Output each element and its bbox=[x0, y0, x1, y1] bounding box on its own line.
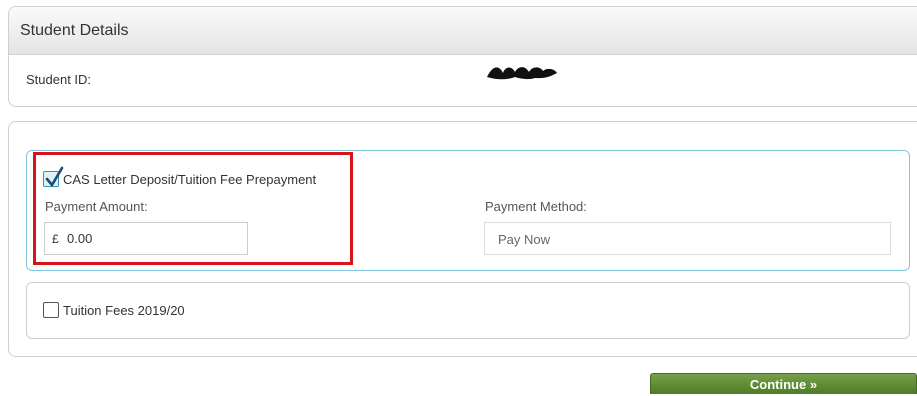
tuition-fees-label[interactable]: Tuition Fees 2019/20 bbox=[63, 303, 185, 318]
payment-method-label: Payment Method: bbox=[485, 199, 587, 214]
redacted-student-id bbox=[487, 67, 557, 80]
continue-button[interactable]: Continue » bbox=[650, 373, 917, 394]
student-id-label: Student ID: bbox=[26, 72, 92, 87]
highlight-annotation bbox=[33, 152, 353, 265]
tuition-fees-checkbox[interactable] bbox=[43, 302, 59, 318]
payment-method-field: Pay Now bbox=[484, 222, 891, 255]
payment-method-value: Pay Now bbox=[498, 232, 551, 247]
student-details-panel: Student Details Student ID: bbox=[8, 6, 917, 107]
student-details-title: Student Details bbox=[9, 7, 917, 55]
student-id-row: Student ID: bbox=[9, 55, 917, 106]
